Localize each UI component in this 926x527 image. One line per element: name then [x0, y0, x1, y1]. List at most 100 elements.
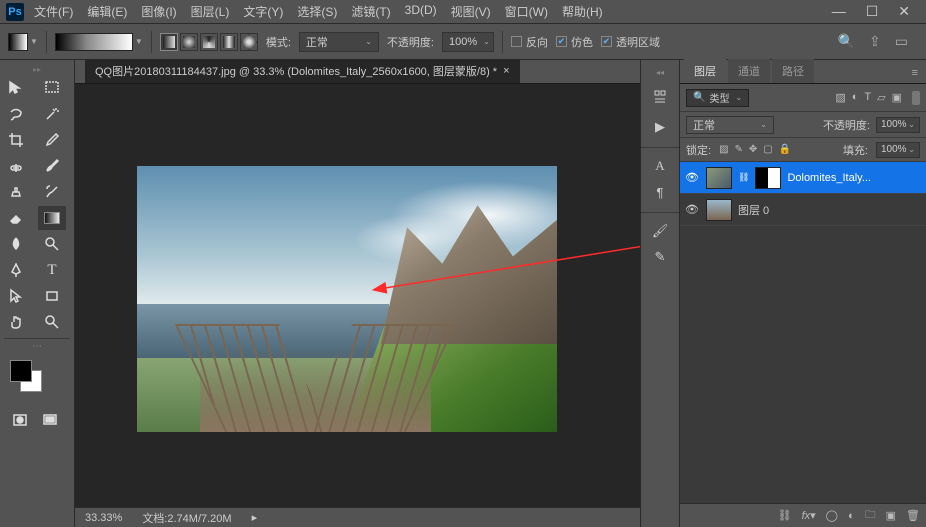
brushes-panel-icon[interactable]: 🖌	[649, 221, 671, 241]
blend-mode-select[interactable]: 正常⌄	[299, 32, 379, 52]
menu-type[interactable]: 文字(Y)	[243, 3, 283, 20]
layer-name[interactable]: 图层 0	[738, 202, 769, 218]
close-tab-icon[interactable]: ×	[503, 65, 509, 77]
fill-input[interactable]: 100%⌄	[876, 142, 920, 158]
add-mask-icon[interactable]: ◯	[826, 509, 838, 522]
hand-tool[interactable]	[2, 310, 30, 334]
layer-opacity-input[interactable]: 100%⌄	[876, 117, 920, 133]
panel-menu-icon[interactable]: ≡	[904, 63, 926, 83]
share-icon[interactable]: ⇪	[869, 33, 881, 50]
layer-row[interactable]: 👁 ⛓ Dolomites_Italy...	[680, 162, 926, 194]
workspace-icon[interactable]: ▭	[895, 33, 908, 50]
paths-tab[interactable]: 路径	[772, 59, 814, 83]
gradient-diamond-button[interactable]	[240, 33, 258, 51]
menu-filter[interactable]: 滤镜(T)	[351, 3, 390, 20]
magic-wand-tool[interactable]	[38, 102, 66, 126]
history-brush-tool[interactable]	[38, 180, 66, 204]
path-select-tool[interactable]	[2, 284, 30, 308]
reverse-checkbox[interactable]: 反向	[511, 34, 548, 50]
filter-shape-icon[interactable]: ▱	[877, 91, 885, 104]
pen-tool[interactable]	[2, 258, 30, 282]
gradient-radial-button[interactable]	[180, 33, 198, 51]
brush-tool[interactable]	[38, 154, 66, 178]
layer-filter-select[interactable]: 🔍 类型 ⌄	[686, 89, 749, 107]
delete-layer-icon[interactable]: 🗑	[906, 509, 920, 522]
tool-preset-picker[interactable]	[8, 33, 28, 51]
layer-blend-mode-select[interactable]: 正常⌄	[686, 116, 774, 134]
menu-layer[interactable]: 图层(L)	[191, 3, 230, 20]
gradient-tool[interactable]	[38, 206, 66, 230]
marquee-tool[interactable]	[38, 76, 66, 100]
paragraph-panel-icon[interactable]: ¶	[649, 182, 671, 202]
foreground-color-swatch[interactable]	[10, 360, 32, 382]
link-layers-icon[interactable]: ⛓	[778, 509, 792, 522]
close-button[interactable]: ✕	[898, 3, 910, 20]
zoom-level[interactable]: 33.33%	[85, 512, 122, 524]
adjustment-layer-icon[interactable]: ◐	[848, 510, 855, 522]
menu-select[interactable]: 选择(S)	[297, 3, 337, 20]
brush-settings-panel-icon[interactable]: ✎	[649, 247, 671, 267]
dither-checkbox[interactable]: ✔仿色	[556, 34, 593, 50]
gradient-picker[interactable]	[55, 33, 133, 51]
eyedropper-tool[interactable]	[38, 128, 66, 152]
lock-position-icon[interactable]: ✥	[749, 144, 757, 155]
filter-toggle[interactable]	[912, 91, 920, 105]
menu-edit[interactable]: 编辑(E)	[87, 3, 127, 20]
clone-stamp-tool[interactable]	[2, 180, 30, 204]
channels-tab[interactable]: 通道	[728, 59, 770, 83]
mask-link-icon[interactable]: ⛓	[738, 172, 749, 183]
layer-name[interactable]: Dolomites_Italy...	[787, 172, 871, 184]
gradient-reflected-button[interactable]	[220, 33, 238, 51]
document-tab[interactable]: QQ图片20180311184437.jpg @ 33.3% (Dolomite…	[85, 59, 520, 83]
quick-mask-button[interactable]	[6, 408, 34, 432]
dodge-tool[interactable]	[38, 232, 66, 256]
gradient-linear-button[interactable]	[160, 33, 178, 51]
filter-smart-icon[interactable]: ▣	[892, 91, 902, 104]
color-picker[interactable]	[6, 360, 68, 400]
filter-pixel-icon[interactable]: ▨	[835, 91, 845, 104]
status-menu-icon[interactable]: ▸	[252, 511, 258, 524]
zoom-tool[interactable]	[38, 310, 66, 334]
layer-thumbnail[interactable]	[706, 199, 732, 221]
menu-window[interactable]: 窗口(W)	[505, 3, 548, 20]
filter-type-icon[interactable]: T	[864, 91, 871, 104]
actions-panel-icon[interactable]: ▶	[649, 117, 671, 137]
lock-all-icon[interactable]: 🔒	[779, 144, 791, 155]
menu-help[interactable]: 帮助(H)	[562, 3, 603, 20]
filter-adjust-icon[interactable]: ◐	[852, 91, 859, 104]
lock-transparent-icon[interactable]: ▨	[719, 144, 728, 155]
search-icon[interactable]: 🔍	[838, 33, 855, 50]
layers-tab[interactable]: 图层	[684, 59, 726, 83]
new-layer-icon[interactable]: ▣	[886, 509, 896, 522]
move-tool[interactable]	[2, 76, 30, 100]
visibility-toggle[interactable]: 👁	[684, 203, 700, 216]
lasso-tool[interactable]	[2, 102, 30, 126]
lock-artboard-icon[interactable]: ▢	[763, 144, 772, 155]
character-panel-icon[interactable]: A	[649, 156, 671, 176]
screen-mode-button[interactable]	[36, 408, 64, 432]
blur-tool[interactable]	[2, 232, 30, 256]
minimize-button[interactable]: ―	[832, 3, 846, 20]
layer-thumbnail[interactable]	[706, 167, 732, 189]
visibility-toggle[interactable]: 👁	[684, 171, 700, 184]
menu-file[interactable]: 文件(F)	[34, 3, 73, 20]
new-group-icon[interactable]: 🗀	[865, 506, 876, 525]
menu-image[interactable]: 图像(I)	[141, 3, 176, 20]
eraser-tool[interactable]	[2, 206, 30, 230]
menu-view[interactable]: 视图(V)	[451, 3, 491, 20]
mask-thumbnail[interactable]	[755, 167, 781, 189]
layer-row[interactable]: 👁 图层 0	[680, 194, 926, 226]
crop-tool[interactable]	[2, 128, 30, 152]
toolbar-grip[interactable]: ▸▸	[2, 64, 72, 74]
gradient-angle-button[interactable]	[200, 33, 218, 51]
opacity-input[interactable]: 100%⌄	[442, 32, 494, 52]
shape-tool[interactable]	[38, 284, 66, 308]
menu-3d[interactable]: 3D(D)	[405, 3, 437, 20]
layer-fx-icon[interactable]: fx▾	[802, 509, 816, 522]
maximize-button[interactable]: ☐	[866, 3, 879, 20]
healing-brush-tool[interactable]	[2, 154, 30, 178]
lock-pixels-icon[interactable]: ✎	[735, 144, 743, 155]
canvas[interactable]	[75, 84, 640, 507]
history-panel-icon[interactable]	[649, 87, 671, 107]
transparency-checkbox[interactable]: ✔透明区域	[601, 34, 660, 50]
